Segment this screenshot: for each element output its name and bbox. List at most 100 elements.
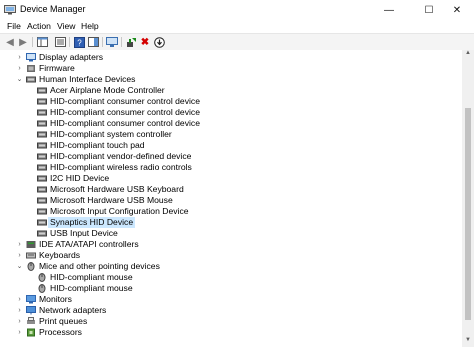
tree-item-label: HID-compliant wireless radio controls (50, 162, 192, 172)
expand-chevron-icon[interactable]: › (16, 63, 23, 74)
tree-category[interactable]: › Monitors (0, 294, 462, 305)
hid-icon (26, 76, 36, 83)
tree-category[interactable]: › Firmware (0, 63, 462, 74)
expand-chevron-icon[interactable]: › (16, 52, 23, 63)
tree-category[interactable]: › Network adapters (0, 305, 462, 316)
ide-controller-icon (26, 241, 36, 248)
tree-item-label: Keyboards (39, 250, 81, 260)
scroll-up-icon[interactable]: ▲ (462, 50, 474, 60)
expand-chevron-icon[interactable]: › (16, 239, 23, 250)
vertical-scrollbar[interactable]: ▲ ▼ (462, 50, 474, 347)
device-manager-icon (4, 5, 16, 15)
tree-category[interactable]: › Keyboards (0, 250, 462, 261)
hid-device-icon (37, 142, 47, 149)
tree-item-label: Human Interface Devices (39, 74, 136, 84)
tree-device-item[interactable]: HID-compliant consumer control device (0, 118, 462, 129)
monitor-icon (26, 295, 36, 304)
close-button[interactable]: ✕ (440, 0, 474, 20)
action-pane-icon[interactable] (87, 36, 99, 48)
minimize-button[interactable]: — (372, 0, 406, 20)
scrollbar-thumb[interactable] (465, 108, 471, 320)
scroll-down-icon[interactable]: ▼ (462, 337, 474, 347)
uninstall-device-icon[interactable]: ✖ (139, 36, 151, 48)
tree-category[interactable]: › IDE ATA/ATAPI controllers (0, 239, 462, 250)
tree-device-item[interactable]: Synaptics HID Device (0, 217, 462, 228)
hid-device-icon (37, 87, 47, 94)
tree-category[interactable]: ⌄ Human Interface Devices (0, 74, 462, 85)
tree-device-item[interactable]: Acer Airplane Mode Controller (0, 85, 462, 96)
tree-item-label: Synaptics HID Device (48, 217, 136, 228)
tree-item-label: Firmware (39, 63, 75, 73)
back-icon[interactable]: ◀ (4, 36, 16, 48)
tree-category[interactable]: ⌄ Mice and other pointing devices (0, 261, 462, 272)
hid-device-icon (37, 98, 47, 105)
hid-device-icon (37, 219, 47, 226)
tree-category[interactable]: › Display adapters (0, 52, 462, 63)
hid-device-icon (37, 230, 47, 237)
tree-item-label: Network adapters (39, 305, 107, 315)
tree-device-item[interactable]: HID-compliant mouse (0, 272, 462, 283)
collapse-chevron-icon[interactable]: ⌄ (16, 261, 23, 272)
hid-device-icon (37, 164, 47, 171)
hid-device-icon (37, 208, 47, 215)
help-icon[interactable]: ? (73, 36, 85, 48)
tree-device-item[interactable]: Microsoft Hardware USB Keyboard (0, 184, 462, 195)
tree-item-label: IDE ATA/ATAPI controllers (39, 239, 139, 249)
tree-item-label: Mice and other pointing devices (39, 261, 160, 271)
hid-device-icon (37, 186, 47, 193)
menu-help[interactable]: Help (81, 21, 99, 31)
mouse-icon (38, 273, 46, 282)
properties-icon[interactable] (54, 36, 66, 48)
tree-item-label: HID-compliant consumer control device (50, 118, 200, 128)
tree-item-label: Display adapters (39, 52, 104, 62)
menu-bar: File Action View Help (0, 20, 474, 33)
network-adapter-icon (26, 306, 36, 315)
hid-device-icon (37, 175, 47, 182)
tree-device-item[interactable]: HID-compliant vendor-defined device (0, 151, 462, 162)
forward-icon[interactable]: ▶ (17, 36, 29, 48)
tree-item-label: Monitors (39, 294, 72, 304)
tree-device-item[interactable]: Microsoft Hardware USB Mouse (0, 195, 462, 206)
tree-device-item[interactable]: HID-compliant consumer control device (0, 107, 462, 118)
tree-device-item[interactable]: Microsoft Input Configuration Device (0, 206, 462, 217)
tree-item-label: HID-compliant touch pad (50, 140, 145, 150)
tree-item-label: Acer Airplane Mode Controller (50, 85, 165, 95)
tree-category[interactable]: › Print queues (0, 316, 462, 327)
tree-device-item[interactable]: HID-compliant mouse (0, 283, 462, 294)
scan-hardware-icon[interactable] (106, 36, 118, 48)
show-hide-console-tree-icon[interactable] (36, 36, 48, 48)
tree-item-label: HID-compliant system controller (50, 129, 172, 139)
tree-item-label: I2C HID Device (50, 173, 110, 183)
tree-item-label: HID-compliant vendor-defined device (50, 151, 192, 161)
menu-action[interactable]: Action (27, 21, 51, 31)
expand-chevron-icon[interactable]: › (16, 316, 23, 327)
tree-device-item[interactable]: HID-compliant touch pad (0, 140, 462, 151)
tree-item-label: HID-compliant consumer control device (50, 107, 200, 117)
tree-item-label: HID-compliant consumer control device (50, 96, 200, 106)
printer-icon (27, 317, 35, 324)
collapse-chevron-icon[interactable]: ⌄ (16, 74, 23, 85)
expand-chevron-icon[interactable]: › (16, 305, 23, 316)
tree-item-label: Microsoft Input Configuration Device (50, 206, 189, 216)
expand-chevron-icon[interactable]: › (16, 294, 23, 305)
tree-item-label: Processors (39, 327, 82, 337)
tree-device-item[interactable]: USB Input Device (0, 228, 462, 239)
tree-item-label: HID-compliant mouse (50, 283, 133, 293)
menu-view[interactable]: View (57, 21, 75, 31)
hid-device-icon (37, 109, 47, 116)
device-tree: › Display adapters › Firmware ⌄ Human Interfa… (0, 50, 462, 347)
tree-item-label: Microsoft Hardware USB Keyboard (50, 184, 184, 194)
enable-device-icon[interactable] (125, 36, 137, 48)
tree-item-label: Microsoft Hardware USB Mouse (50, 195, 173, 205)
tree-item-label: USB Input Device (50, 228, 118, 238)
tree-device-item[interactable]: I2C HID Device (0, 173, 462, 184)
tree-device-item[interactable]: HID-compliant wireless radio controls (0, 162, 462, 173)
tree-category[interactable]: › Processors (0, 327, 462, 338)
expand-chevron-icon[interactable]: › (16, 327, 23, 338)
hid-device-icon (37, 153, 47, 160)
update-driver-icon[interactable] (153, 36, 165, 48)
tree-device-item[interactable]: HID-compliant consumer control device (0, 96, 462, 107)
menu-file[interactable]: File (7, 21, 21, 31)
expand-chevron-icon[interactable]: › (16, 250, 23, 261)
tree-device-item[interactable]: HID-compliant system controller (0, 129, 462, 140)
